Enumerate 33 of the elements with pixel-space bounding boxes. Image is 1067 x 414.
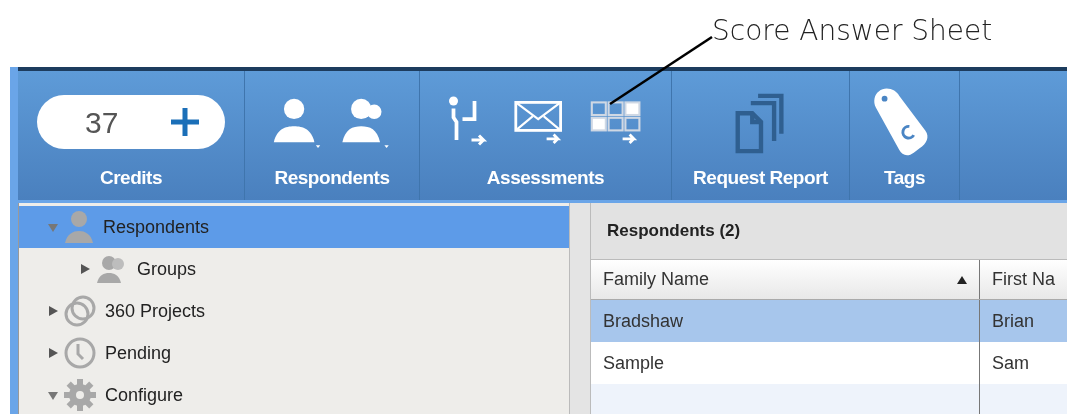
plus-icon[interactable]: [169, 106, 201, 138]
expand-arrow-icon[interactable]: [47, 305, 59, 317]
panel-title: Respondents (2): [607, 220, 741, 243]
sort-ascending-icon: [957, 275, 967, 284]
toolbar-label[interactable]: Request Report: [693, 163, 828, 192]
column-header[interactable]: Family Name: [591, 260, 980, 299]
credits-field[interactable]: 37: [37, 95, 225, 149]
tree-label: Configure: [105, 383, 184, 407]
table-row[interactable]: Bradshaw Brian: [591, 300, 1067, 342]
table-cell-text: Brian: [991, 309, 1036, 333]
tree-label: Groups: [137, 257, 197, 281]
tree-item[interactable]: Configure: [19, 374, 570, 414]
toolbar-label[interactable]: Respondents: [274, 163, 390, 192]
expand-arrow-icon[interactable]: [79, 263, 91, 275]
circles-icon: [63, 294, 97, 328]
collapse-arrow-icon[interactable]: [47, 389, 59, 401]
tree-item[interactable]: Groups: [19, 248, 570, 290]
tree-item[interactable]: Respondents: [19, 206, 570, 248]
column-header[interactable]: First Na: [980, 260, 1067, 299]
toolbar-label[interactable]: Credits: [99, 163, 163, 192]
person-icon: [63, 209, 95, 245]
annotation-label: Score Answer Sheet: [712, 13, 993, 49]
table-cell-text: Sam: [991, 351, 1030, 375]
tree-item[interactable]: Pending: [19, 332, 570, 374]
tree-label: Respondents: [103, 215, 210, 239]
tree-item[interactable]: 360 Projects: [19, 290, 570, 332]
expand-arrow-icon[interactable]: [47, 347, 59, 359]
toolbar-label[interactable]: Tags: [883, 163, 925, 192]
clock-icon: [63, 336, 97, 370]
toolbar-label[interactable]: Assessments: [486, 163, 605, 192]
tree-label: 360 Projects: [105, 299, 206, 323]
tree-label: Pending: [105, 341, 172, 365]
credits-value: 37: [85, 104, 119, 141]
